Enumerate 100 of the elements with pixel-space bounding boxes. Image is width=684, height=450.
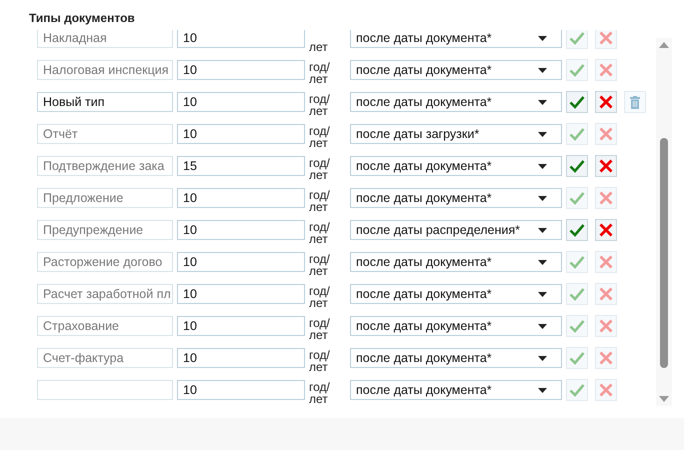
- scrollbar-thumb[interactable]: [660, 138, 668, 368]
- cancel-button[interactable]: [595, 283, 617, 305]
- check-icon: [569, 159, 585, 173]
- unit-label: лет: [309, 361, 328, 373]
- name-field[interactable]: Налоговая инспекция: [37, 60, 173, 80]
- unit-label: год/: [309, 285, 330, 297]
- check-icon: [569, 63, 585, 77]
- unit-label: год/: [309, 221, 330, 233]
- name-field[interactable]: Расчет заработной пл: [37, 284, 173, 304]
- check-icon: [569, 255, 585, 269]
- section-title: Типы документов: [28, 10, 136, 23]
- unit-label: лет: [309, 137, 328, 149]
- cancel-button[interactable]: [595, 59, 617, 81]
- close-icon: [599, 319, 613, 333]
- trash-icon: [630, 96, 640, 108]
- unit-label: лет: [309, 105, 328, 117]
- close-icon: [599, 63, 613, 77]
- years-field[interactable]: 10: [177, 188, 305, 208]
- years-field[interactable]: 10: [177, 60, 305, 80]
- check-icon: [569, 223, 585, 237]
- years-field[interactable]: 10: [177, 316, 305, 336]
- name-field[interactable]: Подтверждение зака: [37, 156, 173, 176]
- cancel-button[interactable]: [595, 155, 617, 177]
- close-icon: [599, 31, 613, 45]
- cancel-button[interactable]: [595, 123, 617, 145]
- unit-label: лет: [309, 41, 328, 53]
- name-field[interactable]: Накладная: [37, 30, 173, 48]
- cancel-button[interactable]: [595, 30, 617, 49]
- caret-icon: [538, 388, 547, 392]
- rule-dropdown[interactable]: после даты документа*: [350, 380, 562, 400]
- years-field[interactable]: 10: [177, 348, 305, 368]
- close-icon: [599, 255, 613, 269]
- unit-label: год/: [309, 61, 330, 73]
- years-field[interactable]: 10: [177, 284, 305, 304]
- name-field[interactable]: [37, 380, 173, 400]
- name-field[interactable]: Счет-фактура: [37, 348, 173, 368]
- cancel-button[interactable]: [595, 315, 617, 337]
- years-field[interactable]: 10: [177, 252, 305, 272]
- rule-dropdown[interactable]: после даты документа*: [350, 348, 562, 368]
- check-icon: [569, 191, 585, 205]
- name-field[interactable]: Новый тип: [37, 92, 173, 112]
- years-field[interactable]: 10: [177, 380, 305, 400]
- rule-dropdown[interactable]: после даты документа*: [350, 30, 562, 48]
- close-icon: [599, 95, 613, 109]
- rule-dropdown[interactable]: после даты документа*: [350, 316, 562, 336]
- rule-dropdown[interactable]: после даты документа*: [350, 60, 562, 80]
- cancel-button[interactable]: [595, 187, 617, 209]
- scroll-down-icon[interactable]: [659, 396, 669, 402]
- years-field[interactable]: 10: [177, 220, 305, 240]
- rule-dropdown[interactable]: после даты документа*: [350, 92, 562, 112]
- rule-dropdown[interactable]: после даты документа*: [350, 252, 562, 272]
- cancel-button[interactable]: [595, 251, 617, 273]
- cancel-button[interactable]: [595, 379, 617, 401]
- check-icon: [569, 319, 585, 333]
- close-icon: [599, 383, 613, 397]
- cancel-button[interactable]: [595, 347, 617, 369]
- cancel-button[interactable]: [595, 91, 617, 113]
- rule-dropdown[interactable]: после даты документа*: [350, 284, 562, 304]
- name-field[interactable]: Отчёт: [37, 124, 173, 144]
- rule-dropdown[interactable]: после даты распределения*: [350, 220, 562, 240]
- name-field[interactable]: Расторжение догово: [37, 252, 173, 272]
- caret-icon: [538, 68, 547, 72]
- unit-label: год/: [309, 381, 330, 393]
- confirm-button[interactable]: [566, 219, 588, 241]
- confirm-button[interactable]: [566, 91, 588, 113]
- close-icon: [599, 159, 613, 173]
- unit-label: лет: [309, 233, 328, 245]
- caret-icon: [538, 164, 547, 168]
- unit-label: год/: [309, 317, 330, 329]
- name-field[interactable]: Предложение: [37, 188, 173, 208]
- check-icon: [569, 95, 585, 109]
- years-field[interactable]: 10: [177, 30, 305, 48]
- scrollbar[interactable]: [656, 38, 672, 406]
- unit-label: год/: [309, 125, 330, 137]
- unit-label: лет: [309, 169, 328, 181]
- years-field[interactable]: 15: [177, 156, 305, 176]
- rule-dropdown[interactable]: после даты документа*: [350, 156, 562, 176]
- confirm-button[interactable]: [566, 155, 588, 177]
- unit-label: лет: [309, 265, 328, 277]
- name-field[interactable]: Предупреждение: [37, 220, 173, 240]
- unit-label: лет: [309, 73, 328, 85]
- check-icon: [569, 351, 585, 365]
- unit-label: лет: [309, 393, 328, 405]
- years-field[interactable]: 10: [177, 92, 305, 112]
- delete-button[interactable]: [624, 91, 646, 113]
- unit-label: год/: [309, 189, 330, 201]
- unit-label: год/: [309, 157, 330, 169]
- check-icon: [569, 383, 585, 397]
- caret-icon: [538, 132, 547, 136]
- caret-icon: [538, 260, 547, 264]
- caret-icon: [538, 356, 547, 360]
- rule-dropdown[interactable]: после даты загрузки*: [350, 124, 562, 144]
- years-field[interactable]: 10: [177, 124, 305, 144]
- rule-dropdown[interactable]: после даты документа*: [350, 188, 562, 208]
- close-icon: [599, 287, 613, 301]
- cancel-button[interactable]: [595, 219, 617, 241]
- scroll-up-icon[interactable]: [659, 42, 669, 48]
- close-icon: [599, 191, 613, 205]
- caret-icon: [538, 228, 547, 232]
- name-field[interactable]: Страхование: [37, 316, 173, 336]
